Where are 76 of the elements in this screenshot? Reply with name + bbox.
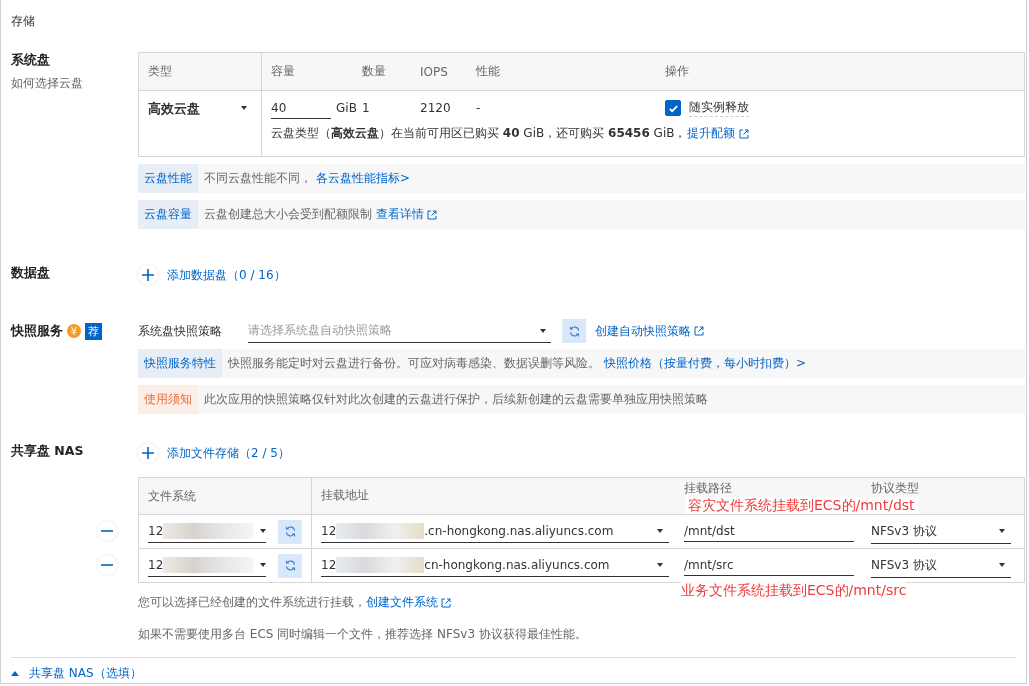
capacity-input[interactable]: 40 bbox=[271, 97, 331, 119]
quota-link[interactable]: 提升配额 bbox=[687, 125, 736, 142]
minus-icon bbox=[101, 564, 113, 566]
mount-address-select[interactable]: 12 cn-hongkong.nas.aliyuncs.com bbox=[321, 554, 669, 577]
refresh-icon bbox=[567, 324, 581, 338]
mount-path-input[interactable]: /mnt/dst bbox=[684, 521, 854, 542]
section-label: 快照服务 bbox=[11, 322, 63, 340]
collapse-icon[interactable] bbox=[11, 671, 19, 676]
column-header: 数量 bbox=[362, 63, 387, 80]
note-text: 此次应用的快照策略仅针对此次创建的云盘进行保护，后续新创建的云盘需要单独应用快照策略 bbox=[204, 391, 708, 408]
note-link[interactable]: 查看详情 bbox=[376, 206, 424, 223]
table-cell-text: 2120 bbox=[420, 101, 452, 115]
field-label: 系统盘快照策略 bbox=[138, 322, 223, 340]
caret-icon bbox=[241, 106, 247, 110]
table-cell-text: 1 bbox=[362, 101, 371, 115]
mount-address-select[interactable]: 12 .cn-hongkong.nas.aliyuncs.com bbox=[321, 520, 669, 543]
price-icon: ¥ bbox=[67, 324, 81, 338]
caret-icon bbox=[999, 563, 1005, 567]
column-header: 类型 bbox=[139, 53, 262, 90]
annotation-text: 容灾文件系统挂载到ECS的/mnt/dst bbox=[685, 497, 918, 514]
column-header: 容量 bbox=[270, 63, 296, 80]
mount-path-input[interactable]: /mnt/src bbox=[684, 555, 854, 576]
file-system-select[interactable]: 12 bbox=[148, 554, 266, 577]
refresh-icon bbox=[283, 559, 297, 572]
note-text: 快照服务能定时对云盘进行备份。可应对病毒感染、数据误删等风险。 bbox=[228, 355, 600, 372]
note-tag: 使用须知 bbox=[138, 385, 198, 414]
note-tag: 云盘容量 bbox=[138, 200, 198, 229]
add-file-storage-link[interactable]: 添加文件存储（2 / 5） bbox=[167, 444, 290, 462]
column-header: 挂载路径 bbox=[683, 481, 733, 495]
note-link[interactable]: 快照价格（按量付费，每小时扣费）> bbox=[604, 355, 807, 372]
disk-type-select[interactable]: 高效云盘 bbox=[139, 91, 262, 156]
caret-icon bbox=[260, 563, 266, 567]
hint-text: 您可以选择已经创建的文件系统进行挂载， bbox=[138, 594, 366, 611]
recommend-badge: 荐 bbox=[85, 322, 102, 340]
refresh-button[interactable] bbox=[278, 519, 302, 544]
note-tag: 快照服务特性 bbox=[138, 349, 222, 378]
add-data-disk-link[interactable]: 添加数据盘（0 / 16） bbox=[167, 266, 286, 284]
column-header: 协议类型 bbox=[870, 481, 920, 495]
checkbox-label: 随实例释放 bbox=[689, 99, 749, 117]
refresh-icon bbox=[283, 525, 297, 538]
quota-note: 云盘类型（高效云盘）在当前可用区已购买 40 GiB，还可购买 65456 GiB， bbox=[271, 125, 687, 142]
external-link-icon bbox=[694, 326, 704, 336]
column-header: 操作 bbox=[665, 63, 689, 80]
nas-toggle-link[interactable]: 共享盘 NAS（选填） bbox=[29, 665, 142, 682]
refresh-button[interactable] bbox=[278, 553, 302, 578]
create-policy-link[interactable]: 创建自动快照策略 bbox=[595, 322, 691, 340]
section-title: 存储 bbox=[10, 13, 36, 30]
note-text: 不同云盘性能不同， bbox=[204, 170, 312, 187]
hint-text: 如果不需要使用多台 ECS 同时编辑一个文件，推荐选择 NFSv3 协议获得最佳性能。 bbox=[138, 626, 588, 643]
table-cell-text: - bbox=[476, 101, 482, 115]
note-link[interactable]: 各云盘性能指标> bbox=[316, 170, 411, 187]
unit-label: GiB bbox=[336, 101, 357, 115]
checkbox[interactable] bbox=[665, 100, 681, 116]
external-link-icon bbox=[739, 128, 750, 139]
section-label: 系统盘 bbox=[11, 52, 51, 69]
external-link-icon bbox=[441, 597, 451, 608]
protocol-select[interactable]: NFSv3 协议 bbox=[871, 553, 1011, 578]
column-header: 性能 bbox=[476, 63, 501, 80]
column-header: IOPS bbox=[420, 64, 449, 79]
caret-icon bbox=[999, 529, 1005, 533]
caret-icon bbox=[540, 328, 546, 333]
file-system-select[interactable]: 12 bbox=[148, 520, 266, 543]
column-header: 挂载地址 bbox=[320, 488, 370, 502]
help-link[interactable]: 如何选择云盘 bbox=[11, 75, 83, 92]
note-tag: 云盘性能 bbox=[138, 164, 198, 193]
minus-icon bbox=[101, 530, 113, 532]
note-text: 云盘创建总大小会受到配额限制 bbox=[204, 206, 372, 223]
column-header: 文件系统 bbox=[139, 478, 312, 514]
create-file-system-link[interactable]: 创建文件系统 bbox=[366, 594, 438, 611]
caret-icon bbox=[260, 529, 266, 533]
section-label: 数据盘 bbox=[11, 265, 51, 282]
protocol-select[interactable]: NFSv3 协议 bbox=[871, 519, 1011, 544]
annotation-text: 业务文件系统挂载到ECS的/mnt/src bbox=[681, 582, 907, 600]
external-link-icon bbox=[427, 209, 437, 220]
section-label: 共享盘 NAS bbox=[11, 443, 85, 460]
refresh-button[interactable] bbox=[562, 319, 586, 343]
